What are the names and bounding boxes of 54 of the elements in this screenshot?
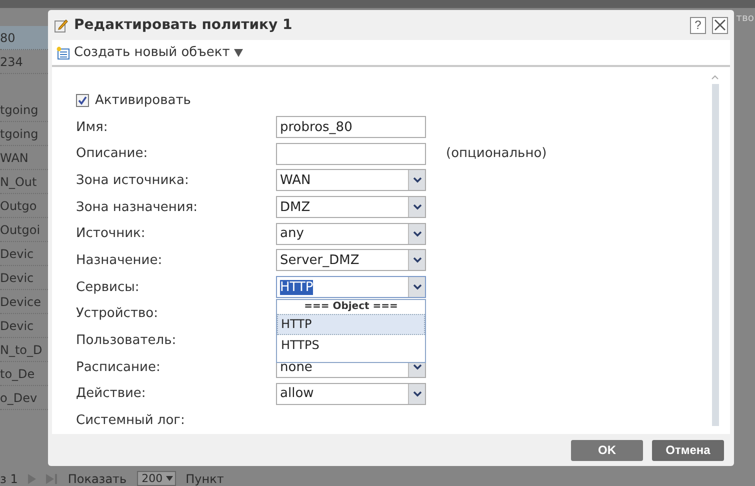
- ok-button[interactable]: OK: [571, 440, 643, 460]
- field-label: Зона источника:: [76, 172, 190, 188]
- caret-icon: [412, 230, 422, 237]
- select-field[interactable]: Server_DMZ: [276, 249, 426, 272]
- cancel-button[interactable]: Отмена: [652, 440, 724, 460]
- caret-icon: [412, 204, 422, 210]
- field-label: Устройство:: [76, 306, 160, 322]
- close-button[interactable]: [712, 16, 728, 34]
- scroll-up-icon[interactable]: [711, 75, 719, 80]
- field-label: Зона назначения:: [76, 200, 199, 215]
- page-count: з 1: [0, 472, 18, 486]
- text-field[interactable]: probros_80: [276, 116, 426, 138]
- scrollbar[interactable]: [712, 84, 718, 426]
- caret-icon: [412, 257, 422, 264]
- field-label: Описание:: [76, 146, 149, 162]
- caret-icon: [412, 390, 422, 397]
- show-label: Показать: [68, 472, 127, 486]
- next-page-icon[interactable]: [28, 474, 36, 484]
- select-field[interactable]: DMZ: [276, 196, 426, 218]
- caret-icon: [166, 476, 173, 481]
- field-label: Имя:: [76, 120, 109, 135]
- hint-text: (опционально): [446, 146, 547, 162]
- select-field[interactable]: any: [276, 222, 426, 245]
- field-label: Действие:: [76, 386, 147, 402]
- group-header: === Object ===: [303, 300, 399, 314]
- select-field[interactable]: allow: [276, 382, 426, 405]
- dropdown-icon: [234, 48, 243, 56]
- caret-icon: [412, 177, 422, 184]
- caret-icon: [412, 284, 422, 290]
- field-label: Назначение:: [76, 252, 164, 268]
- caret-icon: [412, 364, 422, 370]
- field-label: Источник:: [76, 226, 146, 242]
- create-object-button[interactable]: Создать новый объект: [56, 45, 243, 60]
- edit-icon: [54, 18, 68, 32]
- text-field[interactable]: [276, 142, 426, 165]
- field-label: Пользователь:: [76, 333, 178, 348]
- enable-checkbox[interactable]: [76, 94, 89, 107]
- checkbox-label: Активировать: [95, 92, 191, 108]
- dropdown-option[interactable]: HTTP: [277, 314, 425, 335]
- field-label: Расписание:: [76, 360, 162, 375]
- column-header: тво: [736, 13, 754, 24]
- last-page-icon[interactable]: [46, 474, 58, 484]
- select-field[interactable]: WAN: [276, 169, 426, 192]
- unit-label: Пункт: [186, 472, 224, 486]
- field-label: Сервисы:: [76, 280, 140, 295]
- field-label: Системный лог:: [76, 413, 186, 428]
- per-page-select[interactable]: 200: [136, 471, 176, 486]
- table-cell: 80: [0, 26, 48, 50]
- help-button[interactable]: ?: [690, 16, 706, 34]
- new-object-icon: [56, 46, 70, 60]
- select-field[interactable]: HTTP: [276, 276, 426, 298]
- close-icon: [714, 19, 726, 31]
- checkmark-icon: [78, 96, 87, 105]
- window-title: Редактировать политику 1: [74, 17, 294, 33]
